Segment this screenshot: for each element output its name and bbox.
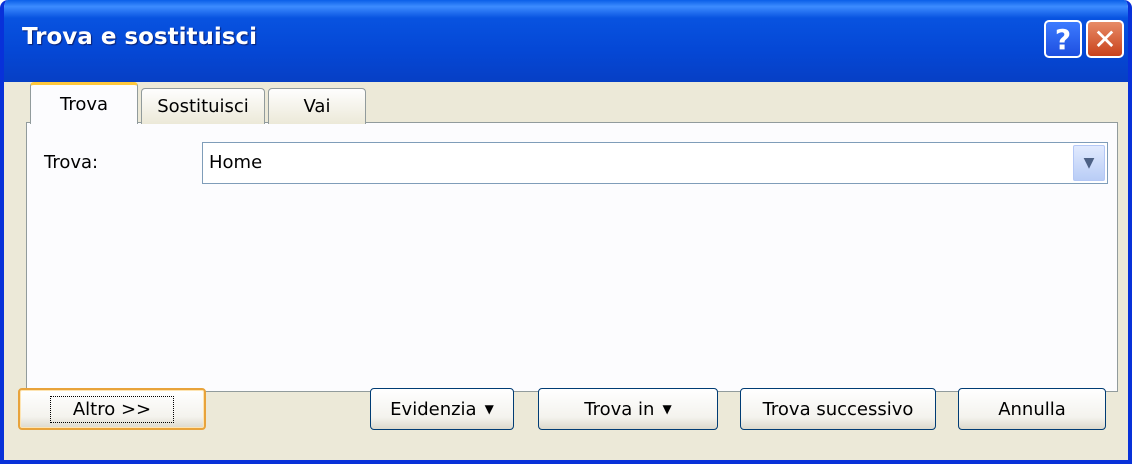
title-bar[interactable]: Trova e sostituisci ? ✕ [4, 0, 1128, 82]
chevron-down-icon[interactable]: ▼ [1073, 145, 1105, 181]
find-in-button-label: Trova in [584, 398, 655, 420]
cancel-button[interactable]: Annulla [958, 388, 1106, 430]
caret-down-icon: ▼ [484, 402, 494, 416]
help-button[interactable]: ? [1044, 20, 1082, 58]
more-button-label: Altro >> [49, 395, 175, 423]
find-combobox[interactable]: Home ▼ [202, 142, 1108, 184]
tab-trova[interactable]: Trova [30, 82, 138, 124]
find-input[interactable]: Home [209, 152, 262, 173]
find-label: Trova: [44, 152, 99, 173]
tab-vai[interactable]: Vai [268, 88, 366, 124]
find-next-button[interactable]: Trova successivo [740, 388, 936, 430]
more-button[interactable]: Altro >> [18, 388, 206, 430]
tab-sostituisci[interactable]: Sostituisci [141, 88, 265, 124]
window-title: Trova e sostituisci [22, 24, 257, 50]
close-button[interactable]: ✕ [1086, 20, 1124, 58]
caret-down-icon: ▼ [662, 402, 672, 416]
highlight-button[interactable]: Evidenzia ▼ [370, 388, 514, 430]
highlight-button-label: Evidenzia [390, 398, 477, 420]
find-replace-dialog: Trova e sostituisci ? ✕ Trova Sostituisc… [0, 0, 1132, 464]
find-in-button[interactable]: Trova in ▼ [538, 388, 718, 430]
